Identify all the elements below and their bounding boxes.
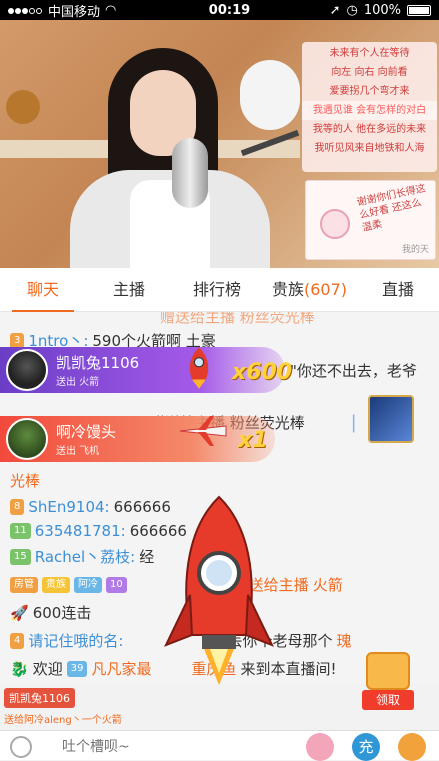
chat-row: 光棒 xyxy=(10,470,40,491)
fan-badge: 阿冷 xyxy=(74,576,102,593)
level-badge: 15 xyxy=(10,548,31,565)
status-bar: 中国移动 ◠ 00:19 ➚ ◷ 100% xyxy=(0,0,439,20)
chat-message: 经 xyxy=(139,548,155,566)
chat-row: 赠送给主播 粉丝荧光棒 xyxy=(160,312,315,326)
tab-ranking[interactable]: 排行榜 xyxy=(172,268,262,312)
lyrics-panel: 未来有个人在等待 向左 向右 向前看 爱要拐几个弯才来 我遇见谁 会有怎样的对白… xyxy=(302,42,437,172)
chat-username[interactable]: Rachel丶荔枝: xyxy=(35,546,136,567)
tab-nobles[interactable]: 贵族(607) xyxy=(262,268,357,312)
dragon-icon: 🐉 xyxy=(10,659,29,678)
gift-name: 火箭 xyxy=(312,576,343,594)
tab-bar: 聊天 主播 排行榜 贵族(607) 直播 xyxy=(0,268,439,312)
tab-host[interactable]: 主播 xyxy=(86,268,172,312)
noble-badge: 贵族 xyxy=(42,576,70,593)
card-watermark: 我的天 xyxy=(401,245,429,255)
card-text: 谢谢你们长得这么好看 还这么温柔 xyxy=(355,183,427,234)
comment-input[interactable] xyxy=(60,735,296,759)
lyric-line: 向左 向右 向前看 xyxy=(331,67,408,78)
admin-badge: 房管 xyxy=(10,576,38,593)
chat-row: 8 ShEn9104: 666666 xyxy=(10,498,171,516)
lyric-line: 我听见风来自地铁和人海 xyxy=(314,143,425,154)
gift-notice: 凯凯兔1106 送给阿冷aleng丶一个火箭 xyxy=(4,688,122,726)
avatar[interactable] xyxy=(6,418,48,460)
combo-count: x1 xyxy=(238,428,268,453)
treasure-chest[interactable]: 领取 xyxy=(362,650,414,712)
gift-banner[interactable]: 啊冷馒头 送出 飞机 xyxy=(0,416,275,462)
chat-username[interactable]: 凡凡家最 xyxy=(91,658,151,679)
banner-username: 啊冷馒头 xyxy=(56,423,117,441)
signal-icon xyxy=(8,3,43,18)
lyric-line: 我等的人 他在多远的未来 xyxy=(312,124,427,135)
chat-username[interactable]: 请记住哦的名: xyxy=(28,630,123,651)
chat-message: 光棒 xyxy=(10,472,41,490)
gift-button[interactable] xyxy=(398,733,426,761)
chat-row: "你还不出去，老爷 xyxy=(290,360,417,381)
tab-chat[interactable]: 聊天 xyxy=(0,268,86,312)
chat-message: 瑰 xyxy=(336,632,352,650)
game-ad-icon[interactable] xyxy=(368,395,414,443)
banner-gift: 送出 飞机 xyxy=(56,446,100,457)
glowstick-icon: ❘ xyxy=(346,412,362,433)
lyric-line: 未来有个人在等待 xyxy=(329,48,410,59)
gift-box-icon[interactable] xyxy=(306,733,334,761)
wifi-icon: ◠ xyxy=(105,2,117,18)
level-badge: 39 xyxy=(66,660,88,677)
battery-icon xyxy=(407,4,431,16)
battery-label: 100% xyxy=(363,2,401,18)
emoji-icon[interactable] xyxy=(10,736,32,758)
carrier-label: 中国移动 xyxy=(48,4,101,20)
chat-username[interactable]: ShEn9104: xyxy=(28,498,109,516)
clock: 00:19 xyxy=(208,2,251,18)
pig-icon xyxy=(320,209,350,239)
chat-message: 600连击 xyxy=(32,604,92,622)
bottom-bar: 充 xyxy=(0,730,439,761)
chat-username[interactable]: 635481781: xyxy=(35,522,126,540)
lyric-line: 爱要拐几个弯才来 xyxy=(329,86,410,97)
lyric-line-current: 我遇见谁 会有怎样的对白 xyxy=(302,101,437,120)
claim-button[interactable]: 领取 xyxy=(362,690,414,710)
rocket-small-icon: 🚀 xyxy=(10,603,29,622)
rocket-animation xyxy=(164,495,274,685)
level-badge: 8 xyxy=(10,499,25,515)
notice-username[interactable]: 凯凯兔1106 xyxy=(4,688,75,708)
chat-row: 🚀 600连击 xyxy=(10,602,91,623)
chest-icon xyxy=(366,652,410,690)
location-icon: ➚ xyxy=(329,2,341,18)
chat-message: "你还不出去，老爷 xyxy=(290,362,417,380)
alarm-icon: ◷ xyxy=(346,2,358,18)
rocket-icon xyxy=(189,347,209,389)
avatar[interactable] xyxy=(6,349,48,391)
microphone xyxy=(172,138,208,208)
level-badge: 11 xyxy=(10,523,31,539)
tab-live[interactable]: 直播 xyxy=(357,268,439,312)
nobles-count: (607) xyxy=(303,279,348,299)
streamer xyxy=(60,40,270,268)
combo-count: x600 xyxy=(232,360,293,385)
banner-username: 凯凯兔1106 xyxy=(56,354,140,372)
recharge-button[interactable]: 充 xyxy=(352,733,380,761)
live-video[interactable]: 未来有个人在等待 向左 向右 向前看 爱要拐几个弯才来 我遇见谁 会有怎样的对白… xyxy=(0,20,439,268)
level-badge: 10 xyxy=(106,576,127,593)
notice-text: 送给阿冷aleng丶一个火箭 xyxy=(4,715,122,726)
level-badge: 4 xyxy=(10,632,25,649)
plane-icon xyxy=(179,416,227,446)
decoration-figure xyxy=(6,90,40,124)
banner-gift: 送出 火箭 xyxy=(56,377,100,388)
welcome-label: 欢迎 xyxy=(32,660,63,678)
message-card: 谢谢你们长得这么好看 还这么温柔 我的天 xyxy=(305,180,436,260)
